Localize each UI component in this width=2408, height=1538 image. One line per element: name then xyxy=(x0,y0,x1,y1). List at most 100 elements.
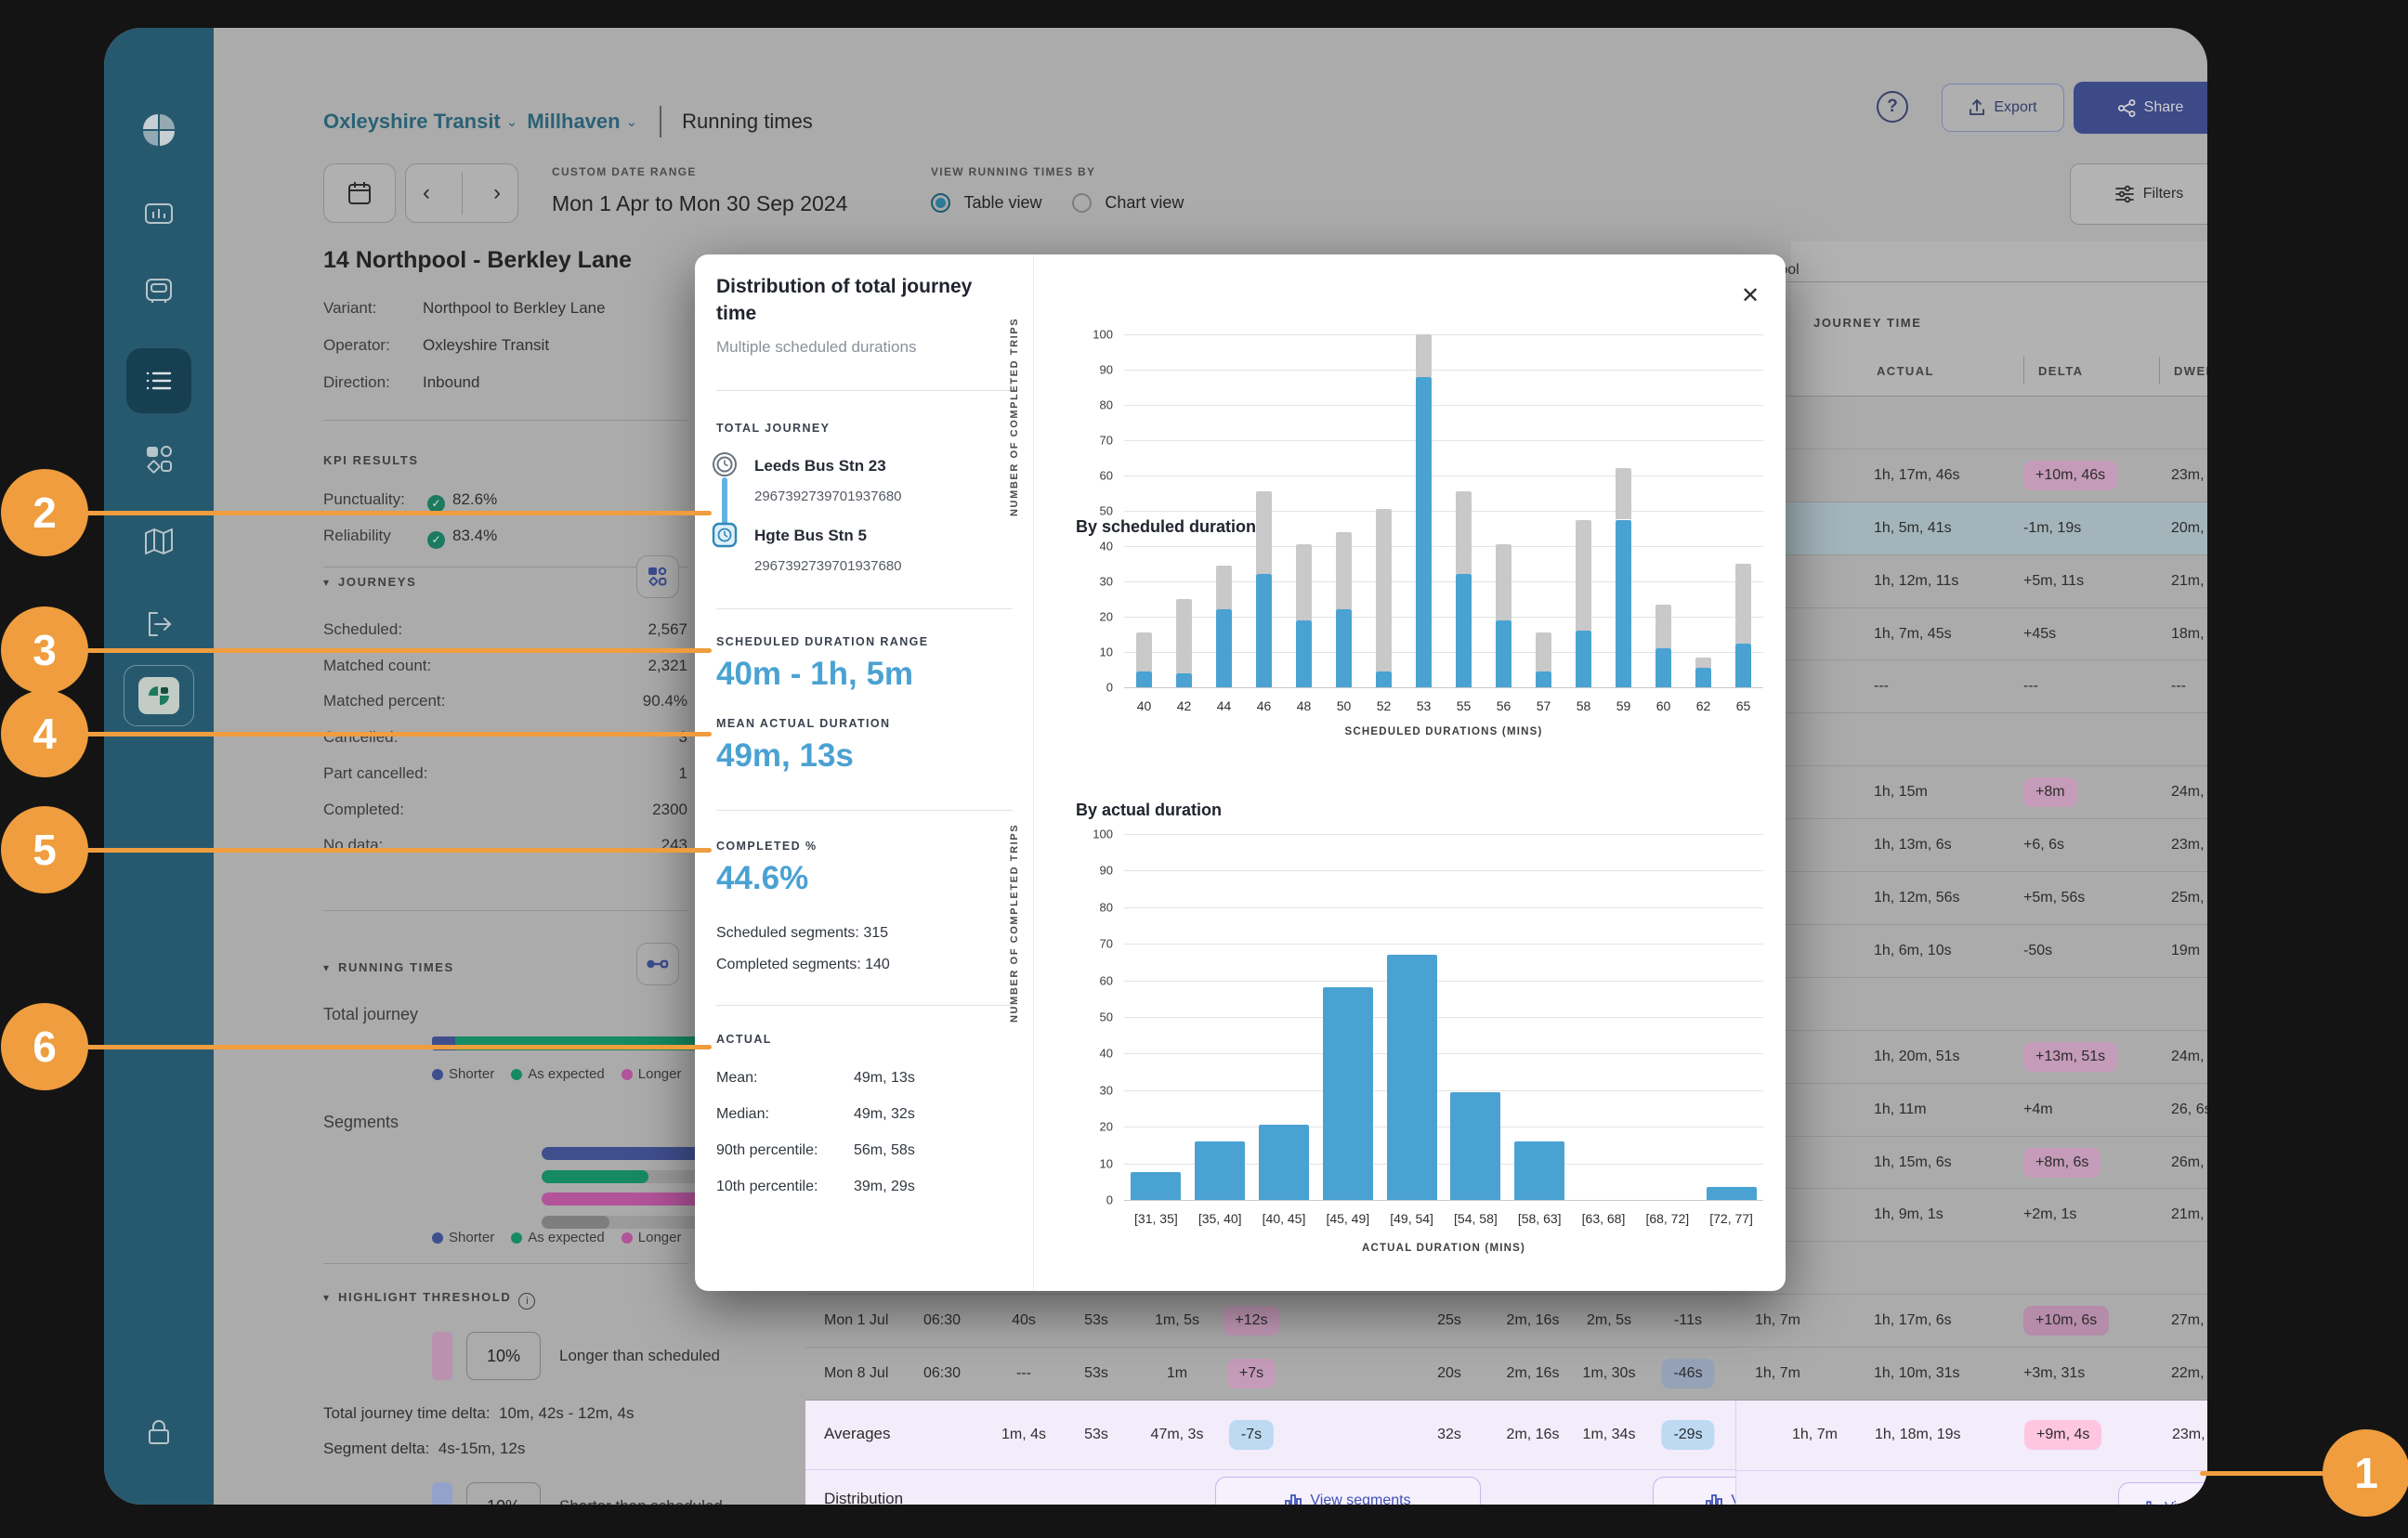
radio-chart-view[interactable] xyxy=(1072,193,1092,213)
longer-threshold-input[interactable]: 10% xyxy=(466,1332,541,1380)
stat-label: Median: xyxy=(716,1106,854,1123)
x-axis-tick: [31, 35] xyxy=(1134,1211,1178,1226)
stat-value: 56m, 58s xyxy=(854,1142,915,1159)
filters-button[interactable]: Filters xyxy=(2070,163,2207,225)
cell-value: 53s xyxy=(1084,1365,1108,1382)
cell-value: 2m, 16s xyxy=(1507,1427,1560,1443)
gridline xyxy=(1124,907,1763,908)
segments-label: Segments xyxy=(323,1113,399,1132)
legend-dot xyxy=(511,1232,522,1244)
divider xyxy=(323,910,687,911)
callout-marker-3[interactable]: 3 xyxy=(1,606,88,694)
destination-stop-name: Hgte Bus Stn 5 xyxy=(754,527,867,545)
journeys-stat-row: Matched count:2,321 xyxy=(323,657,687,675)
divider xyxy=(323,420,687,421)
cell-value: -11s xyxy=(1674,1312,1702,1329)
x-axis-tick: 53 xyxy=(1417,698,1432,713)
sidebar-item-segments[interactable] xyxy=(142,442,176,476)
chart-bar-completed xyxy=(1656,648,1671,687)
sidebar-item-partner-app[interactable] xyxy=(124,665,194,726)
cell-value: 2m, 5s xyxy=(1587,1312,1631,1329)
cell-value: 25s xyxy=(1437,1312,1461,1329)
cell-value: 2m, 16s xyxy=(1507,1312,1560,1329)
gridline xyxy=(1124,652,1763,653)
stat-label: Part cancelled: xyxy=(323,764,427,783)
stat-label: Cancelled: xyxy=(323,728,398,747)
check-icon: ✓ xyxy=(427,495,445,513)
x-axis-tick: [35, 40] xyxy=(1198,1211,1242,1226)
chart-bar-scheduled-remainder xyxy=(1296,544,1312,620)
shorter-threshold-input[interactable]: 10% xyxy=(466,1482,541,1505)
stat-label: 90th percentile: xyxy=(716,1142,854,1159)
gridline xyxy=(1124,617,1763,618)
scheduled-range-value: 40m - 1h, 5m xyxy=(716,656,913,693)
x-axis-tick: 48 xyxy=(1297,698,1312,713)
total-journey-heading: TOTAL JOURNEY xyxy=(716,422,830,435)
route-detail-label: Variant: xyxy=(323,299,376,318)
journey-time-group-header: JOURNEY TIME xyxy=(1813,316,1921,330)
sidebar xyxy=(104,28,214,1505)
journeys-view-button[interactable] xyxy=(636,555,679,598)
mean-actual-value: 49m, 13s xyxy=(716,737,854,775)
callout-marker-1[interactable]: 1 xyxy=(2323,1429,2408,1517)
y-axis-tick: 70 xyxy=(1076,937,1113,951)
y-axis-tick: 40 xyxy=(1076,1047,1113,1061)
table-row[interactable]: Mon 1 Jul06:3040s53s1m, 5s+12s25s2m, 16s… xyxy=(805,1295,2207,1348)
threshold-heading[interactable]: ▾HIGHLIGHT THRESHOLDi xyxy=(323,1289,535,1310)
x-axis-tick: [54, 58] xyxy=(1454,1211,1498,1226)
callout-marker-2[interactable]: 2 xyxy=(1,469,88,556)
running-times-heading[interactable]: ▾RUNNING TIMES xyxy=(323,959,454,976)
view-segments-button-1[interactable]: View segments xyxy=(1215,1477,1481,1505)
close-icon[interactable]: ✕ xyxy=(1741,282,1760,309)
cell-dwell: 25m, 56s xyxy=(2171,890,2207,906)
cell-dwell: 24m, 6s xyxy=(2171,784,2207,801)
radio-chart-view-label[interactable]: Chart view xyxy=(1105,193,1184,212)
callout-marker-4[interactable]: 4 xyxy=(1,690,88,777)
sidebar-item-sign-out[interactable] xyxy=(142,607,176,641)
gridline xyxy=(1124,1200,1763,1201)
share-button[interactable]: Share xyxy=(2074,82,2207,134)
sidebar-item-vehicles[interactable] xyxy=(142,274,176,307)
sidebar-item-services[interactable] xyxy=(142,364,176,398)
x-axis-title: SCHEDULED DURATIONS (MINS) xyxy=(1344,726,1542,737)
cell-value: 1m, 4s xyxy=(1001,1427,1046,1443)
callout-marker-5[interactable]: 5 xyxy=(1,806,88,893)
callout-marker-6[interactable]: 6 xyxy=(1,1003,88,1090)
radio-table-view[interactable] xyxy=(931,193,950,213)
cell-date: Mon 8 Jul xyxy=(824,1365,888,1382)
total-delta-row: Total journey time delta: 10m, 42s - 12m… xyxy=(323,1404,635,1423)
journeys-stat-row: Completed:2300 xyxy=(323,801,687,819)
gridline xyxy=(1124,581,1763,582)
x-axis-tick: 57 xyxy=(1537,698,1551,713)
x-axis-tick: [45, 49] xyxy=(1326,1211,1369,1226)
collapse-triangle-icon: ▾ xyxy=(323,961,329,974)
export-button[interactable]: Export xyxy=(1942,84,2064,132)
gridline xyxy=(1124,1053,1763,1054)
table-row[interactable]: Mon 8 Jul06:30---53s1m+7s20s2m, 16s1m, 3… xyxy=(805,1348,2207,1401)
total-delta-label: Total journey time delta: xyxy=(323,1404,491,1422)
app-logo-icon xyxy=(140,111,177,149)
cell-actual: --- xyxy=(1874,678,1889,695)
modal-title: Distribution of total journey time xyxy=(716,273,995,327)
actual-stat-row: Median:49m, 32s xyxy=(716,1106,995,1123)
journeys-heading[interactable]: ▾JOURNEYS xyxy=(323,574,416,591)
radio-table-view-label[interactable]: Table view xyxy=(963,193,1041,212)
cell-value: +12s xyxy=(1223,1306,1279,1336)
y-axis-tick: 10 xyxy=(1076,645,1113,659)
delta-chip: +10m, 6s xyxy=(2023,1306,2109,1336)
destination-stop-id: 2967392739701937680 xyxy=(754,558,902,574)
stat-value: 49m, 32s xyxy=(854,1106,915,1123)
delta-chip: +9m, 4s xyxy=(2024,1420,2101,1450)
sidebar-item-map[interactable] xyxy=(141,524,177,559)
cell-delta: +5m, 11s xyxy=(2023,573,2084,590)
stat-value: 39m, 29s xyxy=(854,1179,915,1195)
x-axis-tick: 65 xyxy=(1736,698,1751,713)
delta-chip: -46s xyxy=(1661,1359,1714,1388)
y-axis-tick: 100 xyxy=(1076,328,1113,342)
view-by-label: VIEW RUNNING TIMES BY xyxy=(931,165,1095,178)
gridline xyxy=(1124,1017,1763,1018)
sidebar-item-analytics[interactable] xyxy=(142,197,176,230)
help-button[interactable]: ? xyxy=(1877,91,1908,123)
stat-value: 1 xyxy=(679,764,687,783)
running-times-link-button[interactable] xyxy=(636,943,679,985)
